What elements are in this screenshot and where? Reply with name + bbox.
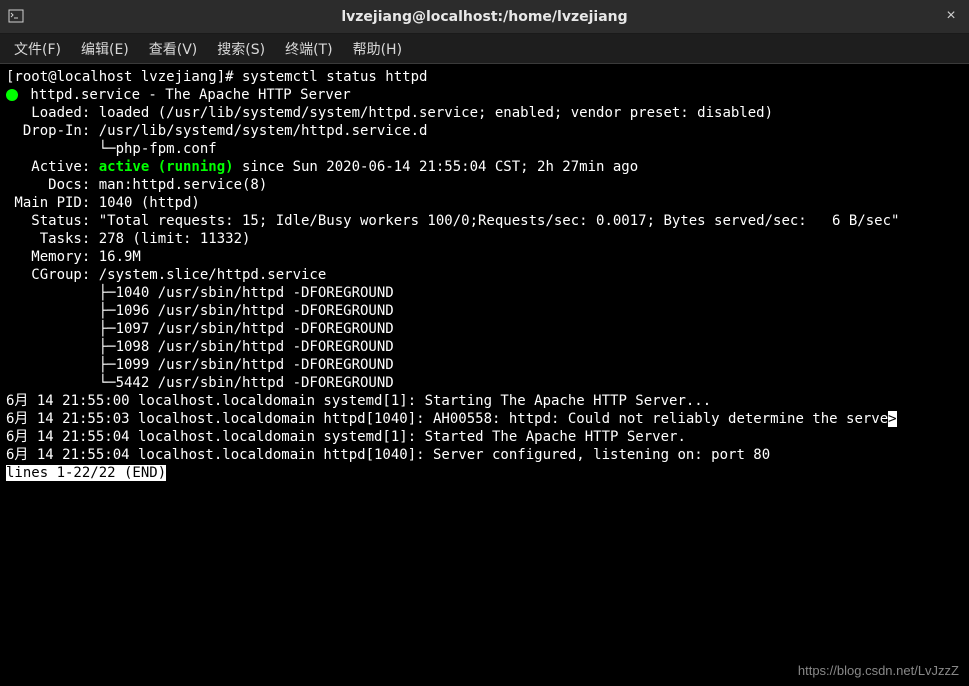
- tasks-line: Tasks: 278 (limit: 11332): [6, 230, 963, 248]
- log-line: 6月 14 21:55:03 localhost.localdomain htt…: [6, 410, 963, 428]
- terminal-area[interactable]: [root@localhost lvzejiang]# systemctl st…: [0, 64, 969, 686]
- pager-line: lines 1-22/22 (END): [6, 464, 963, 482]
- mainpid-line: Main PID: 1040 (httpd): [6, 194, 963, 212]
- status-line: Status: "Total requests: 15; Idle/Busy w…: [6, 212, 963, 230]
- active-line: Active: active (running) since Sun 2020-…: [6, 158, 963, 176]
- log-line: 6月 14 21:55:04 localhost.localdomain sys…: [6, 428, 963, 446]
- proc-line: ├─1096 /usr/sbin/httpd -DFOREGROUND: [6, 302, 963, 320]
- proc-line: └─5442 /usr/sbin/httpd -DFOREGROUND: [6, 374, 963, 392]
- menu-terminal[interactable]: 终端(T): [275, 35, 342, 63]
- menu-help[interactable]: 帮助(H): [343, 35, 412, 63]
- proc-line: ├─1098 /usr/sbin/httpd -DFOREGROUND: [6, 338, 963, 356]
- proc-line: ├─1097 /usr/sbin/httpd -DFOREGROUND: [6, 320, 963, 338]
- dropin-line2: └─php-fpm.conf: [6, 140, 963, 158]
- service-line: httpd.service - The Apache HTTP Server: [6, 86, 963, 104]
- pager-status: lines 1-22/22 (END): [6, 465, 166, 481]
- prompt-line: [root@localhost lvzejiang]# systemctl st…: [6, 68, 963, 86]
- docs-line: Docs: man:httpd.service(8): [6, 176, 963, 194]
- menu-search[interactable]: 搜索(S): [207, 35, 275, 63]
- close-button[interactable]: ×: [943, 8, 959, 24]
- memory-line: Memory: 16.9M: [6, 248, 963, 266]
- menu-edit[interactable]: 编辑(E): [71, 35, 139, 63]
- watermark-text: https://blog.csdn.net/LvJzzZ: [798, 663, 959, 678]
- cgroup-line: CGroup: /system.slice/httpd.service: [6, 266, 963, 284]
- line-continuation-marker: >: [888, 411, 896, 427]
- window-title: lvzejiang@localhost:/home/lvzejiang: [341, 9, 627, 25]
- proc-line: ├─1099 /usr/sbin/httpd -DFOREGROUND: [6, 356, 963, 374]
- terminal-icon: [8, 8, 24, 24]
- window-titlebar: lvzejiang@localhost:/home/lvzejiang ×: [0, 0, 969, 34]
- log-line: 6月 14 21:55:04 localhost.localdomain htt…: [6, 446, 963, 464]
- log-line: 6月 14 21:55:00 localhost.localdomain sys…: [6, 392, 963, 410]
- active-status: active (running): [99, 159, 234, 175]
- status-bullet-icon: [6, 89, 18, 101]
- proc-line: ├─1040 /usr/sbin/httpd -DFOREGROUND: [6, 284, 963, 302]
- menu-file[interactable]: 文件(F): [4, 35, 71, 63]
- dropin-line1: Drop-In: /usr/lib/systemd/system/httpd.s…: [6, 122, 963, 140]
- menu-view[interactable]: 查看(V): [139, 35, 208, 63]
- menu-bar: 文件(F) 编辑(E) 查看(V) 搜索(S) 终端(T) 帮助(H): [0, 34, 969, 64]
- loaded-line: Loaded: loaded (/usr/lib/systemd/system/…: [6, 104, 963, 122]
